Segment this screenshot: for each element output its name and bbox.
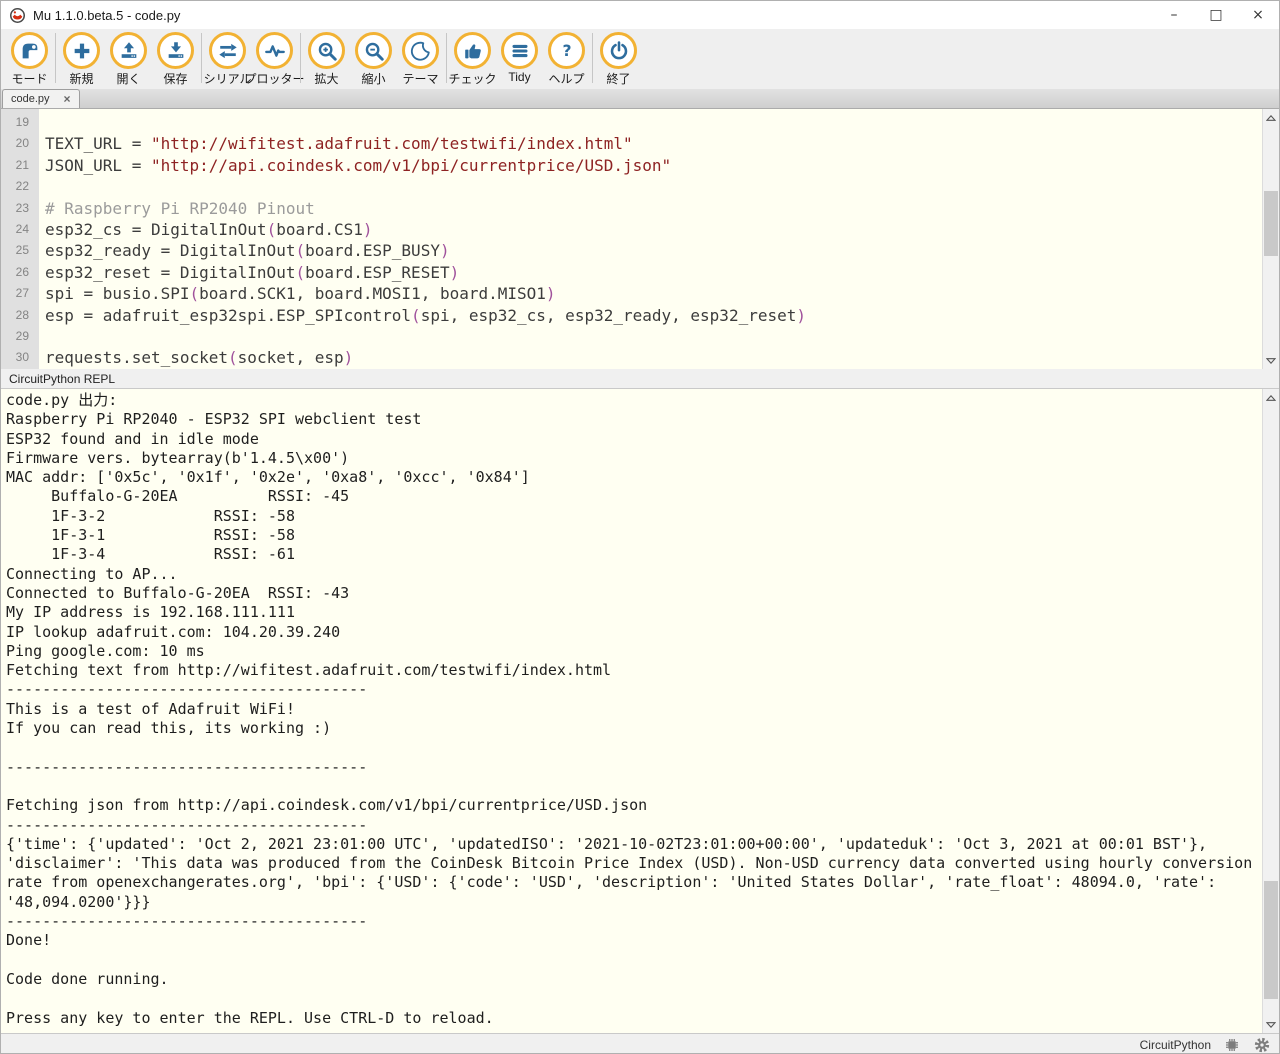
editor-scrollbar[interactable] (1262, 109, 1279, 369)
mu-editor-window: Mu 1.1.0.beta.5 - code.py – □ × モード 新規 開く 保… (0, 0, 1280, 1054)
toolbar-button-label: モード (11, 70, 47, 87)
check-button[interactable]: チェック (449, 32, 496, 87)
tab-bar: code.py × (1, 89, 1279, 109)
repl-pane[interactable]: code.py 出力: Raspberry Pi RP2040 - ESP32 … (1, 389, 1279, 1033)
new-button[interactable]: 新規 (58, 32, 105, 87)
line-number: 25 (1, 240, 39, 261)
repl-scrollbar-thumb[interactable] (1264, 881, 1278, 999)
toolbar-button-label: 拡大 (314, 70, 338, 87)
zoom-in-button[interactable]: 拡大 (303, 32, 350, 87)
code-editor[interactable]: 192021222324252627282930 TEXT_URL = "htt… (1, 109, 1279, 369)
code-area[interactable]: TEXT_URL = "http://wifitest.adafruit.com… (39, 109, 1279, 369)
load-button[interactable]: 開く (105, 32, 152, 87)
device-chip-icon[interactable] (1223, 1036, 1241, 1054)
code-line: esp32_ready = DigitalInOut(board.ESP_BUS… (45, 240, 1279, 261)
theme-button[interactable]: テーマ (397, 32, 444, 87)
scroll-down-icon[interactable] (1263, 1016, 1279, 1033)
code-line: requests.set_socket(socket, esp) (45, 347, 1279, 368)
check-icon (454, 32, 491, 69)
mu-logo-icon (9, 7, 26, 24)
line-number: 20 (1, 133, 39, 154)
line-number: 28 (1, 305, 39, 326)
repl-header: CircuitPython REPL (1, 369, 1279, 389)
minimize-button[interactable]: – (1153, 1, 1195, 29)
window-controls: – □ × (1153, 1, 1279, 29)
toolbar-button-label: 新規 (69, 70, 93, 87)
toolbar-separator (446, 33, 447, 83)
toolbar-separator (201, 33, 202, 83)
editor-scrollbar-thumb[interactable] (1264, 191, 1278, 256)
tab-code-py[interactable]: code.py × (2, 89, 80, 108)
code-line (45, 326, 1279, 347)
repl-scrollbar[interactable] (1262, 389, 1279, 1033)
new-icon (63, 32, 100, 69)
mode-icon (11, 32, 48, 69)
help-button[interactable]: ? ヘルプ (543, 32, 590, 87)
toolbar-separator (592, 33, 593, 83)
help-icon: ? (548, 32, 585, 69)
window-title: Mu 1.1.0.beta.5 - code.py (33, 8, 180, 23)
tidy-icon (501, 32, 538, 69)
serial-icon (209, 32, 246, 69)
gear-icon[interactable] (1253, 1036, 1271, 1054)
line-number: 26 (1, 262, 39, 283)
code-line: esp32_reset = DigitalInOut(board.ESP_RES… (45, 262, 1279, 283)
tab-close-icon[interactable]: × (64, 94, 71, 104)
toolbar-button-label: 開く (116, 70, 140, 87)
toolbar-button-label: 保存 (163, 70, 187, 87)
quit-icon (600, 32, 637, 69)
line-number: 30 (1, 347, 39, 368)
maximize-button[interactable]: □ (1195, 1, 1237, 29)
scroll-up-icon[interactable] (1263, 389, 1279, 406)
mode-status-label: CircuitPython (1140, 1038, 1211, 1052)
toolbar-button-label: テーマ (402, 70, 438, 87)
code-line: esp = adafruit_esp32spi.ESP_SPIcontrol(s… (45, 305, 1279, 326)
toolbar-button-label: 縮小 (361, 70, 385, 87)
mode-button[interactable]: モード (6, 32, 53, 87)
zoom-out-button[interactable]: 縮小 (350, 32, 397, 87)
theme-icon (402, 32, 439, 69)
plotter-icon (256, 32, 293, 69)
plotter-button[interactable]: プロッター (251, 32, 298, 87)
zoom-in-icon (308, 32, 345, 69)
svg-text:?: ? (562, 42, 571, 60)
toolbar-button-label: 終了 (606, 70, 630, 87)
quit-button[interactable]: 終了 (595, 32, 642, 87)
close-button[interactable]: × (1237, 1, 1279, 29)
line-number: 24 (1, 219, 39, 240)
titlebar: Mu 1.1.0.beta.5 - code.py – □ × (1, 1, 1279, 29)
line-number: 29 (1, 326, 39, 347)
toolbar-separator (300, 33, 301, 83)
repl-output[interactable]: code.py 出力: Raspberry Pi RP2040 - ESP32 … (1, 389, 1264, 1028)
toolbar-separator (55, 33, 56, 83)
toolbar-button-label: チェック (449, 70, 497, 87)
code-line: spi = busio.SPI(board.SCK1, board.MOSI1,… (45, 283, 1279, 304)
code-line: esp32_cs = DigitalInOut(board.CS1) (45, 219, 1279, 240)
code-line: JSON_URL = "http://api.coindesk.com/v1/b… (45, 155, 1279, 176)
line-number: 27 (1, 283, 39, 304)
toolbar-button-label: プロッター (245, 70, 305, 87)
load-icon (110, 32, 147, 69)
save-button[interactable]: 保存 (152, 32, 199, 87)
code-line: # Raspberry Pi RP2040 Pinout (45, 198, 1279, 219)
line-number: 19 (1, 112, 39, 133)
status-bar: CircuitPython (1, 1033, 1279, 1054)
zoom-out-icon (355, 32, 392, 69)
save-icon (157, 32, 194, 69)
tidy-button[interactable]: Tidy (496, 32, 543, 84)
code-line (45, 176, 1279, 197)
scroll-up-icon[interactable] (1263, 109, 1279, 126)
toolbar-button-label: Tidy (508, 70, 530, 84)
line-number: 23 (1, 198, 39, 219)
code-line (45, 112, 1279, 133)
line-number: 22 (1, 176, 39, 197)
toolbar: モード新規開く保存シリアルプロッター拡大縮小テーマチェックTidy?ヘルプ終了 (1, 29, 1279, 89)
toolbar-button-label: ヘルプ (548, 70, 584, 87)
line-number: 21 (1, 155, 39, 176)
tab-label: code.py (11, 93, 50, 105)
code-line: TEXT_URL = "http://wifitest.adafruit.com… (45, 133, 1279, 154)
scroll-down-icon[interactable] (1263, 352, 1279, 369)
line-number-gutter: 192021222324252627282930 (1, 109, 39, 369)
